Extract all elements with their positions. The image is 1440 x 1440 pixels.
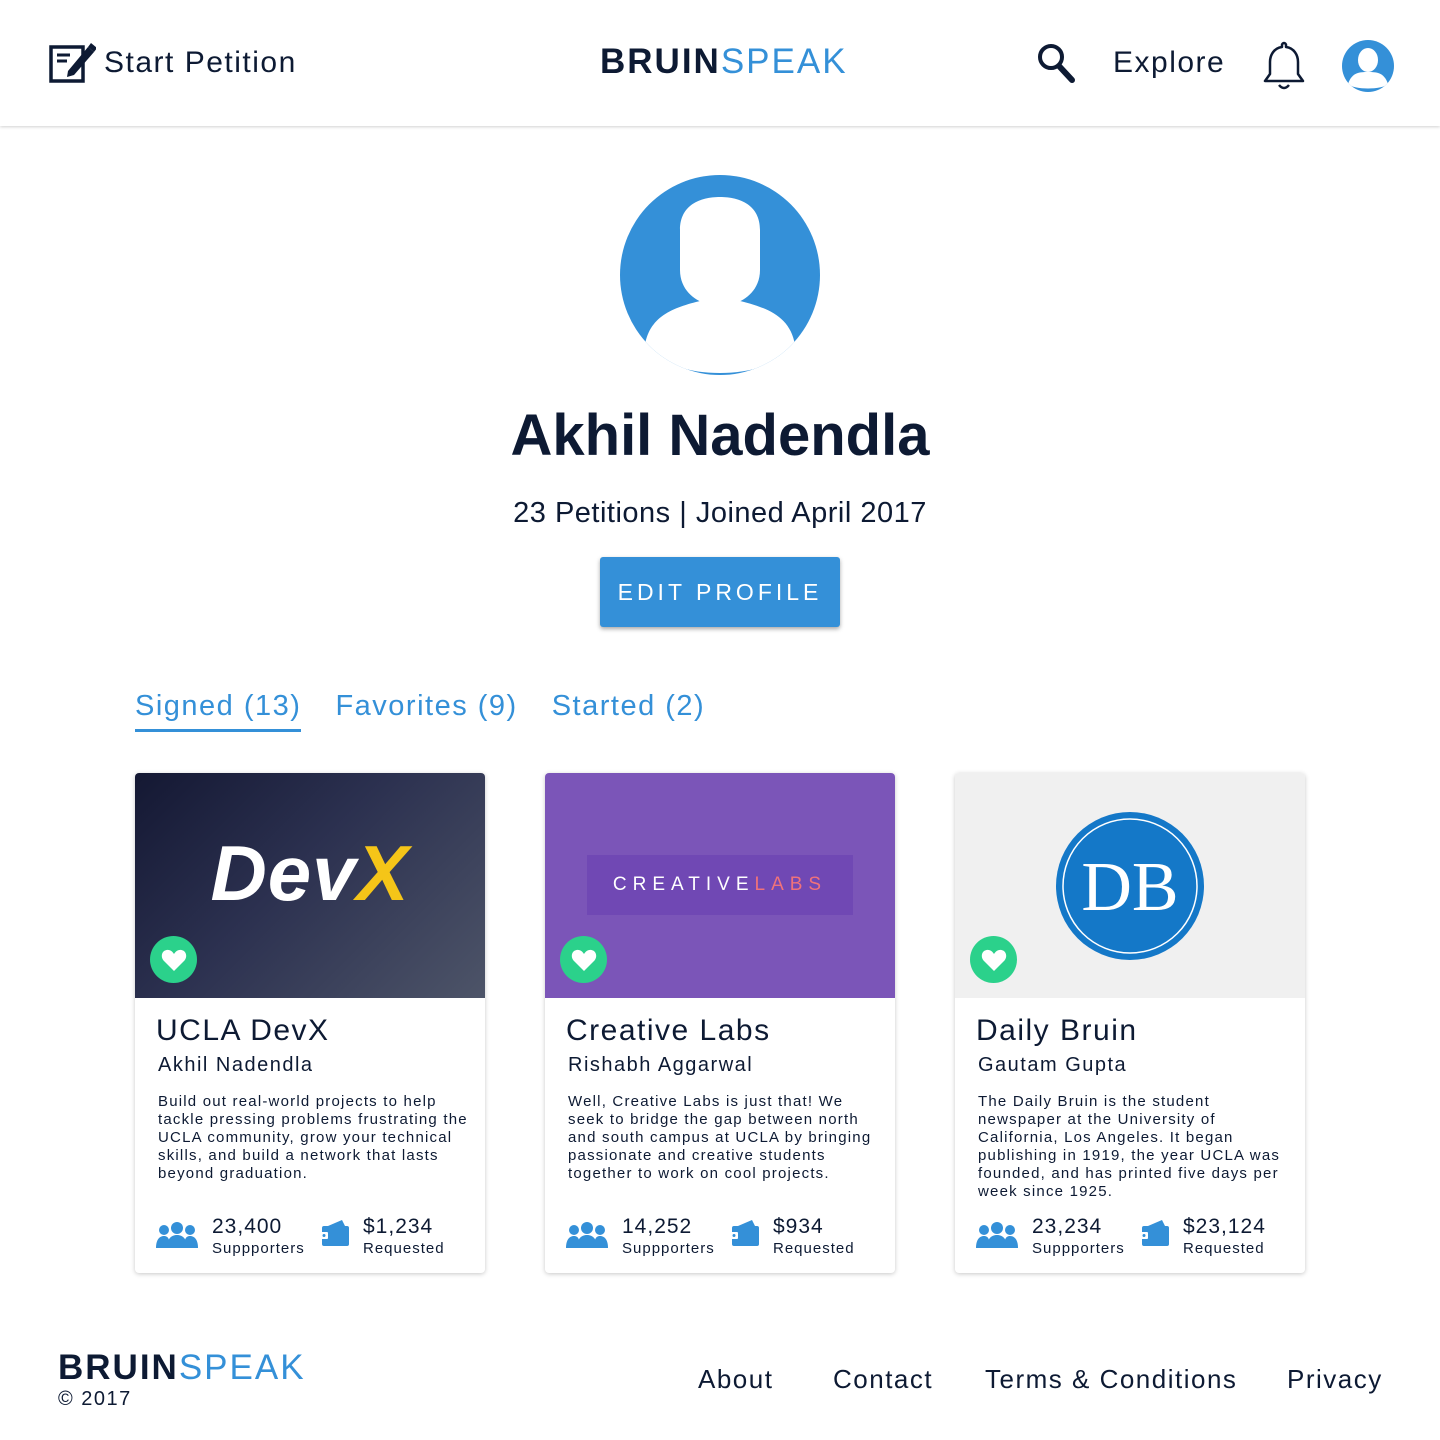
user-silhouette-icon [645,197,795,373]
heart-icon [161,949,186,971]
supporters-count: 23,400 [212,1215,283,1238]
wallet-icon [320,1220,349,1246]
requested-amount: $1,234 [363,1215,434,1238]
logo-accent: SPEAK [720,42,848,81]
card-image: CREATIVE LABS [545,773,895,998]
copyright: © 2017 [58,1388,132,1410]
card-description: The Daily Bruin is the student newspaper… [978,1093,1281,1200]
explore-link[interactable]: Explore [1113,46,1225,80]
top-nav: Start Petition BRUINSPEAK Explore [0,0,1440,126]
bell-icon[interactable] [1262,40,1306,92]
supporters-label: Suppporters [622,1240,715,1257]
card-author: Rishabh Aggarwal [568,1054,754,1076]
favorite-button[interactable] [970,936,1017,983]
card-title: UCLA DevX [156,1014,330,1047]
supporters-count: 14,252 [622,1215,693,1238]
daily-bruin-logo: DB [1056,812,1204,960]
card-image: DevX [135,773,485,998]
profile-name: Akhil Nadendla [510,403,930,468]
wallet-icon [730,1220,759,1246]
petition-card[interactable]: CREATIVE LABS Creative Labs Rishabh Aggar… [545,773,895,1273]
requested-label: Requested [1183,1240,1265,1257]
supporters-label: Suppporters [212,1240,305,1257]
supporters-label: Suppporters [1032,1240,1125,1257]
tab-signed[interactable]: Signed (13) [135,690,302,732]
card-title: Creative Labs [566,1014,771,1047]
edit-profile-button[interactable]: EDIT PROFILE [600,557,840,627]
tab-started[interactable]: Started (2) [552,690,706,732]
compose-icon [49,43,96,83]
heart-icon [571,949,596,971]
start-petition-label: Start Petition [104,46,297,79]
logo-primary: BRUIN [600,42,721,81]
footer-logo-primary: BRUIN [58,1348,179,1387]
devx-logo: DevX [210,829,410,917]
profile-meta: 23 Petitions | Joined April 2017 [513,497,927,529]
heart-icon [981,949,1006,971]
card-description: Well, Creative Labs is just that! We see… [568,1093,872,1182]
user-avatar-icon[interactable] [1342,40,1394,92]
footer-link-privacy[interactable]: Privacy [1287,1364,1383,1395]
group-icon [976,1222,1018,1248]
tab-favorites[interactable]: Favorites (9) [335,690,517,732]
card-author: Gautam Gupta [978,1054,1128,1076]
search-icon[interactable] [1036,42,1076,84]
card-image: DB [955,773,1305,998]
supporters-count: 23,234 [1032,1215,1103,1238]
petition-card[interactable]: DevX UCLA DevX Akhil Nadendla Build out … [135,773,485,1273]
card-author: Akhil Nadendla [158,1054,314,1076]
requested-label: Requested [773,1240,855,1257]
profile-avatar [620,175,820,375]
footer-logo[interactable]: BRUINSPEAK [58,1348,306,1388]
favorite-button[interactable] [150,936,197,983]
petition-card[interactable]: DB Daily Bruin Gautam Gupta The Daily Br… [955,773,1305,1273]
requested-amount: $934 [773,1215,824,1238]
requested-amount: $23,124 [1183,1215,1266,1238]
card-description: Build out real-world projects to help ta… [158,1093,468,1182]
wallet-icon [1140,1220,1169,1246]
favorite-button[interactable] [560,936,607,983]
petition-tabs: Signed (13) Favorites (9) Started (2) [135,690,739,732]
card-title: Daily Bruin [976,1014,1138,1047]
group-icon [156,1222,198,1248]
footer-logo-accent: SPEAK [178,1348,306,1387]
footer-link-about[interactable]: About [698,1364,773,1395]
footer-link-terms[interactable]: Terms & Conditions [985,1364,1237,1395]
start-petition-button[interactable]: Start Petition [48,40,297,86]
creative-labs-logo: CREATIVE LABS [587,855,853,915]
bruinspeak-logo[interactable]: BRUINSPEAK [600,42,848,82]
requested-label: Requested [363,1240,445,1257]
footer-link-contact[interactable]: Contact [833,1364,933,1395]
svg-text:DB: DB [1081,849,1178,926]
group-icon [566,1222,608,1248]
